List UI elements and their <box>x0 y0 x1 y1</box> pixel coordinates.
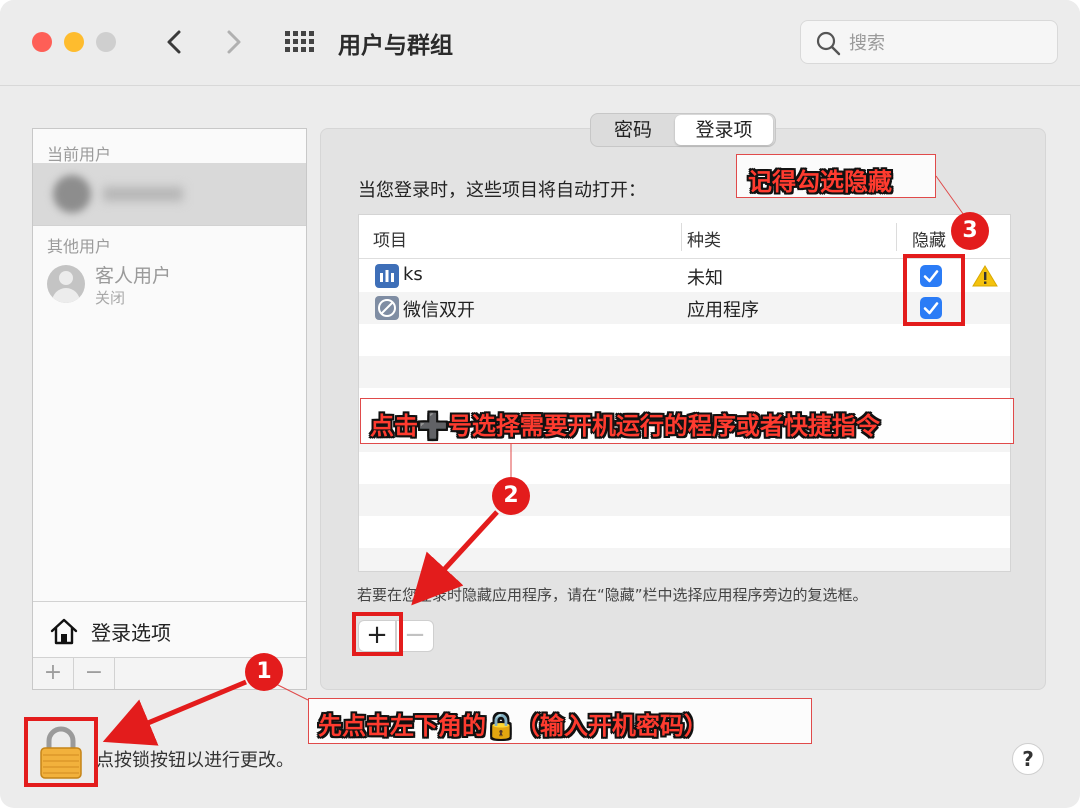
add-button-highlight-box <box>352 612 403 656</box>
tab-password[interactable]: 密码 <box>593 115 673 145</box>
shortcut-app-icon <box>375 264 399 288</box>
house-icon <box>50 618 78 645</box>
current-users-label: 当前用户 <box>47 145 112 164</box>
table-row-empty <box>359 356 1010 388</box>
guest-avatar-icon <box>47 265 85 303</box>
zoom-window-button[interactable] <box>96 32 116 52</box>
column-divider <box>1010 223 1011 251</box>
add-user-button[interactable]: + <box>33 658 74 689</box>
step1-badge: 1 <box>245 653 283 691</box>
forward-button[interactable] <box>216 24 250 60</box>
column-divider <box>896 223 897 251</box>
show-all-grid-icon[interactable] <box>284 30 316 54</box>
help-button[interactable]: ? <box>1012 743 1044 775</box>
guest-user-name: 客人用户 <box>95 265 172 287</box>
search-input[interactable] <box>849 29 1044 57</box>
table-row-empty <box>359 484 1010 516</box>
minimize-window-button[interactable] <box>64 32 84 52</box>
table-row-empty <box>359 452 1010 484</box>
step3-text: 记得勾选隐藏 <box>748 168 892 196</box>
guest-user-status: 关闭 <box>95 289 126 307</box>
step2-text: 点击➕号选择需要开机运行的程序或者快捷指令 <box>370 412 880 440</box>
chevron-left-icon <box>167 30 181 54</box>
warning-icon[interactable] <box>972 264 998 288</box>
chevron-right-icon <box>227 30 241 54</box>
current-user-item[interactable] <box>33 163 306 225</box>
table-row-empty <box>359 516 1010 548</box>
table-header: 项目 种类 隐藏 <box>359 215 1010 259</box>
tab-control: 密码 登录项 <box>590 113 776 147</box>
table-row-empty <box>359 324 1010 356</box>
hide-hint-text: 若要在您登录时隐藏应用程序，请在“隐藏”栏中选择应用程序旁边的复选框。 <box>357 586 868 604</box>
item-name: 微信双开 <box>403 300 475 321</box>
guest-user-item[interactable]: 客人用户 关闭 <box>33 257 306 313</box>
column-divider <box>681 223 682 251</box>
step2-badge: 2 <box>492 477 530 515</box>
tab-login-items[interactable]: 登录项 <box>675 115 773 145</box>
toolbar: 用户与群组 <box>0 0 1080 86</box>
column-header-kind[interactable]: 种类 <box>687 226 721 251</box>
hide-column-highlight-box <box>903 254 965 326</box>
blurred-user-name <box>103 187 183 201</box>
lock-highlight-box <box>24 717 98 787</box>
back-button[interactable] <box>158 24 192 60</box>
step1-text: 先点击左下角的🔒（输入开机密码） <box>318 712 708 740</box>
table-row-empty <box>359 548 1010 571</box>
search-field[interactable] <box>800 20 1058 64</box>
window-title: 用户与群组 <box>338 33 453 59</box>
login-options-item[interactable]: 登录选项 <box>33 601 306 657</box>
lock-hint-text: 点按锁按钮以进行更改。 <box>96 750 294 771</box>
column-header-item[interactable]: 项目 <box>373 226 407 251</box>
item-kind: 未知 <box>687 268 723 289</box>
users-sidebar: 当前用户 其他用户 客人用户 关闭 登录选项 + − <box>32 128 307 690</box>
close-window-button[interactable] <box>32 32 52 52</box>
step3-badge: 3 <box>951 212 989 250</box>
item-kind: 应用程序 <box>687 300 759 321</box>
item-name: ks <box>403 264 423 285</box>
login-items-intro: 当您登录时，这些项目将自动打开： <box>358 180 646 201</box>
remove-user-button[interactable]: − <box>74 658 115 689</box>
column-header-hide[interactable]: 隐藏 <box>912 226 946 251</box>
wechat-dual-app-icon <box>375 296 399 320</box>
search-icon <box>816 31 841 56</box>
divider <box>33 225 306 226</box>
other-users-label: 其他用户 <box>47 237 112 256</box>
login-options-label: 登录选项 <box>91 621 171 645</box>
avatar <box>53 175 91 213</box>
